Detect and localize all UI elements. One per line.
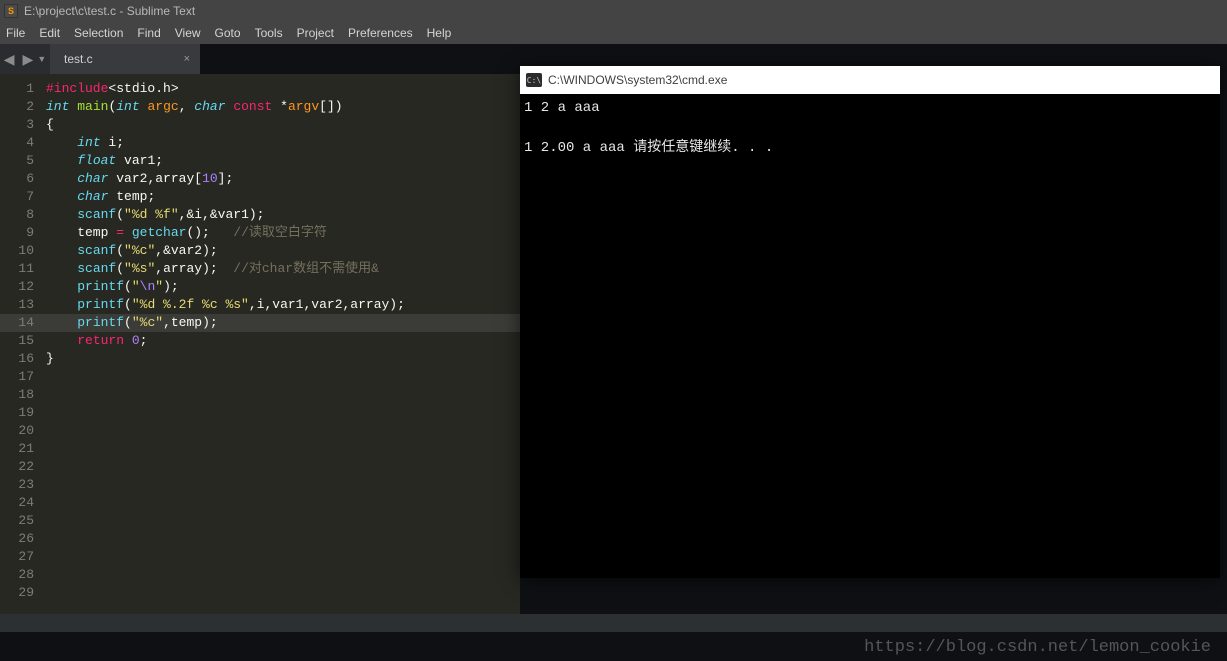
line-number: 24 xyxy=(0,494,34,512)
svg-text:S: S xyxy=(8,6,14,16)
line-number: 23 xyxy=(0,476,34,494)
code-line[interactable] xyxy=(46,512,520,530)
menu-find[interactable]: Find xyxy=(137,26,160,40)
code-line[interactable]: printf("\n"); xyxy=(46,278,520,296)
line-number: 1 xyxy=(0,80,34,98)
code-line[interactable]: #include<stdio.h> xyxy=(46,80,520,98)
menu-project[interactable]: Project xyxy=(297,26,334,40)
menu-goto[interactable]: Goto xyxy=(215,26,241,40)
code-line[interactable]: int main(int argc, char const *argv[]) xyxy=(46,98,520,116)
line-number: 21 xyxy=(0,440,34,458)
code-line[interactable] xyxy=(46,548,520,566)
line-number: 27 xyxy=(0,548,34,566)
line-number: 4 xyxy=(0,134,34,152)
code-line[interactable] xyxy=(46,386,520,404)
line-number: 7 xyxy=(0,188,34,206)
code-line[interactable] xyxy=(46,458,520,476)
code-line[interactable]: scanf("%s",array); //对char数组不需使用& xyxy=(46,260,520,278)
code-line[interactable] xyxy=(46,584,520,602)
app-icon: S xyxy=(4,4,18,18)
line-number: 20 xyxy=(0,422,34,440)
line-number: 19 xyxy=(0,404,34,422)
cmd-line: 1 2.00 a aaa 请按任意键继续. . . xyxy=(524,138,1216,158)
code-editor[interactable]: 1234567891011121314151617181920212223242… xyxy=(0,74,520,614)
code-line[interactable]: float var1; xyxy=(46,152,520,170)
code-line[interactable] xyxy=(46,494,520,512)
menu-bar: File Edit Selection Find View Goto Tools Projec… xyxy=(0,22,1227,44)
menu-selection[interactable]: Selection xyxy=(74,26,123,40)
menu-view[interactable]: View xyxy=(175,26,201,40)
line-number: 13 xyxy=(0,296,34,314)
watermark-url: https://blog.csdn.net/lemon_cookie xyxy=(864,638,1211,657)
line-number: 26 xyxy=(0,530,34,548)
cmd-output[interactable]: 1 2 a aaa 1 2.00 a aaa 请按任意键继续. . . xyxy=(520,94,1220,162)
status-bar xyxy=(0,614,1227,632)
line-number: 25 xyxy=(0,512,34,530)
code-line[interactable]: scanf("%c",&var2); xyxy=(46,242,520,260)
line-number: 17 xyxy=(0,368,34,386)
menu-edit[interactable]: Edit xyxy=(39,26,60,40)
line-number: 28 xyxy=(0,566,34,584)
line-number: 8 xyxy=(0,206,34,224)
menu-file[interactable]: File xyxy=(6,26,25,40)
cmd-window: C:\ C:\WINDOWS\system32\cmd.exe 1 2 a aa… xyxy=(520,66,1220,578)
tab-test-c[interactable]: test.c × xyxy=(50,44,200,74)
code-line[interactable] xyxy=(46,440,520,458)
code-line[interactable]: char temp; xyxy=(46,188,520,206)
window-title: E:\project\c\test.c - Sublime Text xyxy=(24,4,195,18)
code-line[interactable]: char var2,array[10]; xyxy=(46,170,520,188)
line-number: 15 xyxy=(0,332,34,350)
line-number: 5 xyxy=(0,152,34,170)
cmd-line xyxy=(524,118,1216,138)
code-area[interactable]: #include<stdio.h>int main(int argc, char… xyxy=(46,74,520,614)
code-line[interactable]: return 0; xyxy=(46,332,520,350)
line-number: 18 xyxy=(0,386,34,404)
line-number: 3 xyxy=(0,116,34,134)
code-line[interactable]: printf("%c",temp); xyxy=(46,314,520,332)
cmd-title-text: C:\WINDOWS\system32\cmd.exe xyxy=(548,73,727,87)
line-number: 11 xyxy=(0,260,34,278)
menu-preferences[interactable]: Preferences xyxy=(348,26,413,40)
code-line[interactable]: int i; xyxy=(46,134,520,152)
line-number: 29 xyxy=(0,584,34,602)
code-line[interactable] xyxy=(46,476,520,494)
cmd-icon: C:\ xyxy=(526,73,542,87)
code-line[interactable]: scanf("%d %f",&i,&var1); xyxy=(46,206,520,224)
line-number: 16 xyxy=(0,350,34,368)
menu-help[interactable]: Help xyxy=(427,26,452,40)
line-number: 10 xyxy=(0,242,34,260)
code-line[interactable] xyxy=(46,530,520,548)
code-line[interactable]: temp = getchar(); //读取空白字符 xyxy=(46,224,520,242)
code-line[interactable]: printf("%d %.2f %c %s",i,var1,var2,array… xyxy=(46,296,520,314)
line-number: 9 xyxy=(0,224,34,242)
line-number: 14 xyxy=(0,314,46,332)
tab-bar: test.c × xyxy=(50,44,200,74)
nav-forward-icon[interactable]: ▶ xyxy=(23,51,34,68)
line-number: 22 xyxy=(0,458,34,476)
code-line[interactable] xyxy=(46,404,520,422)
cmd-title-bar[interactable]: C:\ C:\WINDOWS\system32\cmd.exe xyxy=(520,66,1220,94)
tab-label: test.c xyxy=(64,52,93,66)
nav-dropdown-icon[interactable]: ▼ xyxy=(37,54,46,64)
code-line[interactable] xyxy=(46,368,520,386)
line-number: 2 xyxy=(0,98,34,116)
close-icon[interactable]: × xyxy=(184,53,190,65)
tab-history-controls: ◀ ▶ ▼ xyxy=(0,44,50,74)
code-line[interactable] xyxy=(46,422,520,440)
cmd-line: 1 2 a aaa xyxy=(524,98,1216,118)
line-number: 6 xyxy=(0,170,34,188)
line-gutter: 1234567891011121314151617181920212223242… xyxy=(0,74,46,614)
code-line[interactable]: { xyxy=(46,116,520,134)
line-number: 12 xyxy=(0,278,34,296)
nav-back-icon[interactable]: ◀ xyxy=(4,51,15,68)
code-line[interactable]: } xyxy=(46,350,520,368)
title-bar: S E:\project\c\test.c - Sublime Text xyxy=(0,0,1227,22)
menu-tools[interactable]: Tools xyxy=(255,26,283,40)
code-line[interactable] xyxy=(46,566,520,584)
